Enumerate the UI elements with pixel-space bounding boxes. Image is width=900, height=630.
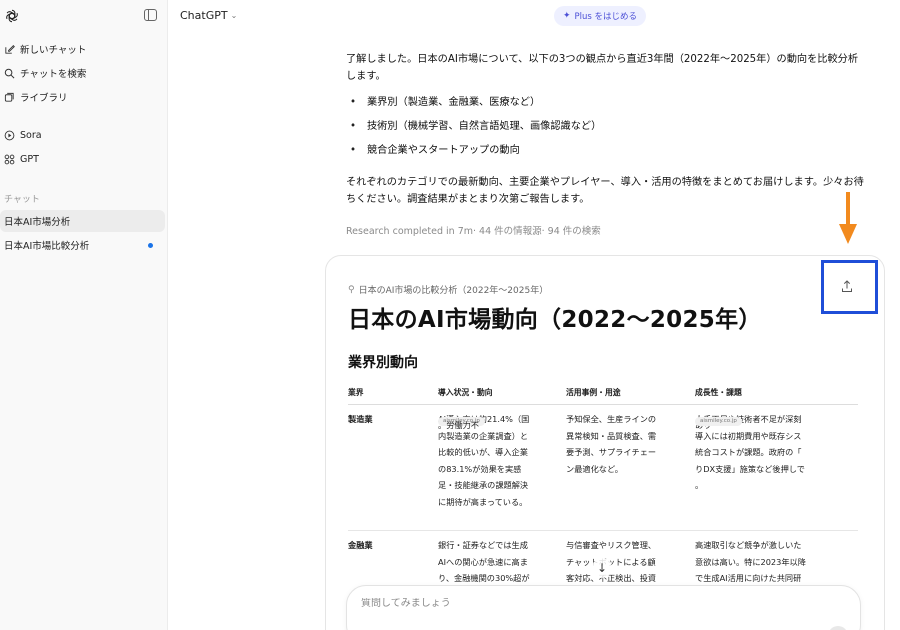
column-header: 成長性・課題 [695, 388, 742, 397]
library-icon [4, 92, 15, 103]
unread-dot [148, 242, 153, 248]
send-button[interactable] [828, 626, 848, 630]
cell-line: AIへの関心が急速に高ま [438, 556, 528, 567]
plan-bullet: 競合企業やスタートアップの動向 [346, 144, 846, 168]
sidebar-item-sora[interactable]: Sora [0, 124, 165, 146]
chevron-down-icon: ⌄ [230, 11, 238, 20]
source-tag[interactable]: aismiley.co.jp [695, 417, 742, 426]
cell-line: 高速取引など競争が激しいた [695, 540, 802, 550]
cell-line: 意欲は高い。特に2023年以降 [695, 556, 806, 567]
report-title: 日本のAI市場動向（2022～2025年） [348, 307, 762, 333]
cell-line: チャットボットによる顧 [566, 556, 656, 567]
growth-cell: 高速取引など競争が激しいた 意欲は高い。特に2023年以降 で生成AI活用に向け… [695, 537, 825, 587]
cell-line: 要予測、サプライチェー [566, 447, 657, 458]
sidebar-item-search[interactable]: チャットを検索 [0, 62, 165, 84]
column-header: 業界 [348, 388, 364, 397]
sparkle-icon: ✦ [563, 11, 571, 21]
sidebar-section-chats: チャット [4, 195, 40, 205]
sidebar-item-label: 新しいチャット [20, 45, 87, 56]
model-name: ChatGPT [180, 9, 228, 22]
share-export-icon[interactable] [841, 280, 853, 293]
table-header: 業界 導入状況・動向 活用事例・用途 成長性・課題 [348, 381, 858, 405]
plan-bullet-list: 業界別（製造業、金融業、医療など） 技術別（機械学習、自然言語処理、画像認識など… [346, 96, 846, 168]
cell-line: 比較的低いが、導入企業 [438, 447, 528, 458]
sidebar-item-label: Sora [20, 129, 42, 141]
cell-line: あり aismiley.co.jp 。 [695, 417, 825, 494]
chat-item-label: 日本AI市場比較分析 [4, 241, 90, 252]
status-cell: AI導入率は約21.4%（国 内製造業の企業調査）と 比較的低いが、導入企業 の… [438, 411, 556, 511]
cell-line: 導入には初期費用や既存シス [695, 430, 802, 441]
assistant-outro-text: それぞれのカテゴリでの最新動向、主要企業やプレイヤー、導入・活用の特徴をまとめて… [346, 177, 864, 205]
cell-line: 足・技能継承の課題解決 [438, 480, 529, 491]
cell-line: 異常検知・品質検査、需 [566, 430, 657, 441]
plan-bullet: 業界別（製造業、金融業、医療など） [346, 96, 846, 120]
sidebar-item-library[interactable]: ライブラリ [0, 86, 165, 108]
industry-cell: 製造業 [348, 414, 373, 424]
column-header: 活用事例・用途 [566, 388, 621, 397]
usecase-cell: 予知保全、生産ラインの 異常検知・品質検査、需 要予測、サプライチェー ン最適化… [566, 411, 684, 477]
sora-icon [4, 130, 15, 141]
cell-line: 与信審査やリスク管理、 [566, 540, 657, 550]
edit-icon [4, 44, 15, 55]
upgrade-plus-button[interactable]: ✦ Plus をはじめる [554, 6, 647, 26]
model-selector[interactable]: ChatGPT ⌄ [180, 9, 237, 22]
sidebar-item-gpt[interactable]: GPT [0, 148, 165, 170]
report-section-title: 業界別動向 [348, 355, 418, 371]
prompt-input[interactable] [361, 598, 761, 609]
assistant-intro-text: 了解しました。日本のAI市場について、以下の3つの観点から直近3年間（2022年… [346, 54, 859, 82]
sidebar-chat-item[interactable]: 日本AI市場比較分析 [0, 234, 165, 256]
sidebar-item-new-chat[interactable]: 新しいチャット [0, 38, 165, 60]
sidebar-chat-item[interactable]: 日本AI市場分析 [0, 210, 165, 232]
sidebar-top [0, 0, 167, 32]
cell-line: 予知保全、生産ラインの [566, 414, 657, 424]
cell-line: 統合コストが課題。政府の「 [695, 447, 802, 458]
top-header: ChatGPT ⌄ ✦ Plus をはじめる [169, 0, 900, 32]
cell-line: ン最適化など。 [566, 463, 623, 474]
cell-text: 。労働力不 [438, 420, 479, 430]
research-status[interactable]: Research completed in 7m· 44 件の情報源· 94 件… [346, 223, 601, 237]
orange-arrow-annotation [839, 192, 857, 244]
usecase-cell: 与信審査やリスク管理、 チャットボットによる顧 客対応、不正検出、投資 [566, 537, 684, 587]
telescope-icon: ⚲ [348, 284, 355, 295]
openai-logo-icon[interactable] [4, 8, 20, 24]
scroll-down-button[interactable]: ↓ [592, 558, 612, 578]
column-header: 導入状況・動向 [438, 388, 493, 397]
sidebar-toggle-icon[interactable] [144, 9, 157, 21]
status-cell: 銀行・証券などでは生成 AIへの関心が急速に高ま り、金融機関の30%超が [438, 537, 556, 587]
cell-line: に期待が高まっている。 [438, 496, 528, 507]
cell-line: りDX支援」施策など後押しで [695, 463, 805, 474]
report-breadcrumb: ⚲ 日本のAI市場の比較分析（2022年～2025年） [348, 283, 549, 297]
cell-line: 銀行・証券などでは生成 [438, 540, 528, 550]
gpt-icon [4, 154, 15, 165]
sidebar: 新しいチャット チャットを検索 ライブラリ Sora GPT チャット 日本AI… [0, 0, 168, 630]
report-crumb-label: 日本のAI市場の比較分析（2022年～2025年） [358, 286, 549, 296]
cell-line: の83.1%が効果を実感 [438, 463, 522, 474]
plan-bullet: 技術別（機械学習、自然言語処理、画像認識など） [346, 120, 846, 144]
search-icon [4, 68, 15, 79]
arrow-down-icon: ↓ [596, 561, 608, 575]
sidebar-item-label: ライブラリ [20, 93, 68, 104]
chat-item-label: 日本AI市場分析 [4, 217, 71, 228]
upgrade-plus-label: Plus をはじめる [574, 12, 638, 22]
sidebar-item-label: チャットを検索 [20, 69, 87, 80]
industry-cell: 金融業 [348, 540, 373, 550]
table-row: 製造業 AI導入率は約21.4%（国 内製造業の企業調査）と 比較的低いが、導入… [348, 405, 858, 531]
growth-cell: 人手不足や技術者不足が深刻 導入には初期費用や既存シス 統合コストが課題。政府の… [695, 411, 825, 494]
sidebar-item-label: GPT [20, 153, 39, 165]
message-composer[interactable] [346, 585, 861, 630]
